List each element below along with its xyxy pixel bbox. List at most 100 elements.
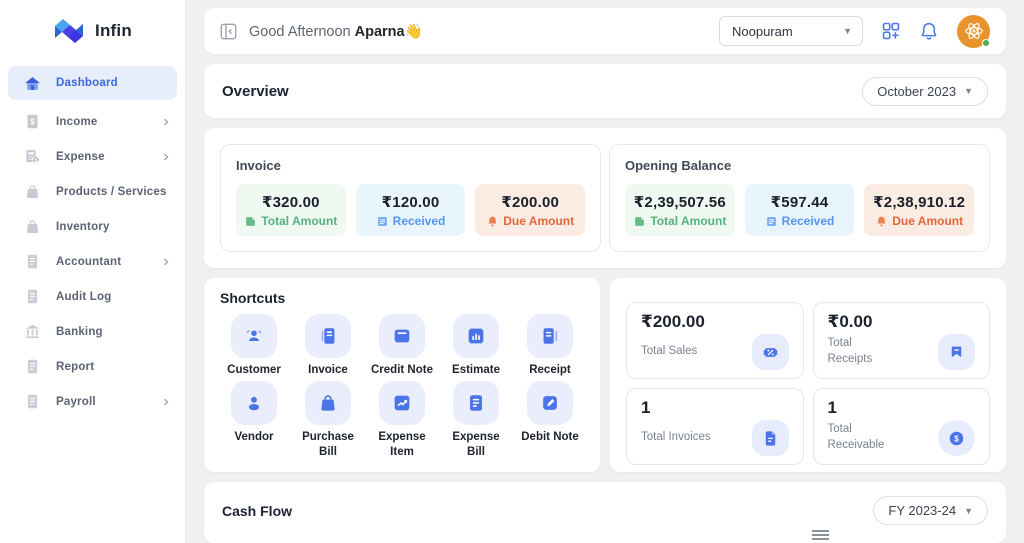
invoice-summary-card: Invoice ₹320.00 Total Amount ₹120.00 Rec…	[220, 144, 601, 252]
chart-menu-icon[interactable]	[812, 530, 829, 543]
shortcut-label: Credit Note	[371, 363, 433, 377]
cashflow-card: Cash Flow FY 2023-24 ▼	[204, 482, 1006, 543]
shortcut-label: Customer	[227, 363, 281, 377]
amount-value: ₹2,38,910.12	[873, 193, 965, 211]
document-icon	[24, 358, 41, 375]
main-content: Good Afternoon Aparna👋 Noopuram ▼	[186, 0, 1024, 543]
top-bar: Good Afternoon Aparna👋 Noopuram ▼	[204, 8, 1006, 54]
amount-label: Due Amount	[503, 214, 574, 228]
overview-period-value: October 2023	[877, 84, 956, 99]
sidebar-item-label: Dashboard	[56, 77, 171, 89]
wave-emoji: 👋	[405, 24, 423, 40]
svg-text:$: $	[954, 434, 959, 443]
note-icon	[633, 215, 646, 228]
cashflow-period-select[interactable]: FY 2023-24 ▼	[873, 496, 988, 525]
sidebar-item-label: Banking	[56, 326, 171, 338]
bookmark-icon	[947, 343, 966, 362]
sidebar-item-inventory[interactable]: Inventory	[0, 209, 185, 244]
opening-balance-title: Opening Balance	[625, 158, 974, 173]
shortcut-debit-note[interactable]: Debit Note	[516, 381, 584, 459]
shortcut-invoice[interactable]: Invoice	[294, 314, 362, 377]
shortcut-label: Estimate	[452, 363, 500, 377]
kpi-label: Total Receivable	[828, 422, 900, 453]
shortcut-label: Vendor	[235, 430, 274, 444]
expense-item-icon	[391, 392, 413, 414]
shortcut-label: Purchase Bill	[296, 430, 360, 459]
greeting-text: Good Afternoon Aparna👋	[249, 23, 423, 40]
document-icon	[24, 253, 41, 270]
vendor-icon	[243, 392, 265, 414]
sidebar-item-label: Payroll	[56, 396, 161, 408]
shortcut-label: Expense Item	[370, 430, 434, 459]
overview-title: Overview	[222, 83, 289, 100]
document-icon	[24, 288, 41, 305]
coin-icon: $	[947, 429, 966, 448]
shortcut-purchase-bill[interactable]: Purchase Bill	[294, 381, 362, 459]
amount-value: ₹120.00	[382, 193, 440, 211]
branch-select[interactable]: Noopuram ▼	[719, 16, 863, 46]
ob-total-amount-tile: ₹2,39,507.56 Total Amount	[625, 184, 735, 236]
atom-icon	[963, 20, 985, 42]
apps-grid-icon[interactable]	[881, 21, 901, 41]
opening-balance-card: Opening Balance ₹2,39,507.56 Total Amoun…	[609, 144, 990, 252]
sidebar-item-payroll[interactable]: Payroll	[0, 384, 185, 419]
overview-period-select[interactable]: October 2023 ▼	[862, 77, 988, 106]
chevron-right-icon	[161, 397, 171, 407]
sidebar-item-expense[interactable]: $ Expense	[0, 139, 185, 174]
kpi-value: 1	[828, 398, 976, 418]
note-icon	[244, 215, 257, 228]
kpi-total-receipts: ₹0.00 Total Receipts	[813, 302, 991, 379]
kpi-total-receivable: 1 Total Receivable $	[813, 388, 991, 465]
document-icon	[24, 393, 41, 410]
shortcut-expense-item[interactable]: Expense Item	[368, 381, 436, 459]
list-icon	[376, 215, 389, 228]
chevron-right-icon	[161, 257, 171, 267]
sidebar-item-report[interactable]: Report	[0, 349, 185, 384]
sidebar-item-products-services[interactable]: Products / Services	[0, 174, 185, 209]
amount-label: Total Amount	[261, 214, 337, 228]
sidebar-item-label: Expense	[56, 151, 161, 163]
bag-icon	[24, 218, 41, 235]
overview-card: Overview October 2023 ▼	[204, 64, 1006, 118]
shortcut-vendor[interactable]: Vendor	[220, 381, 288, 459]
ob-due-amount-tile: ₹2,38,910.12 Due Amount	[864, 184, 974, 236]
chevron-right-icon	[161, 117, 171, 127]
sidebar-item-income[interactable]: $ Income	[0, 104, 185, 139]
shortcuts-card: Shortcuts Customer Invoice Credit Note E…	[204, 278, 600, 472]
amount-value: ₹320.00	[262, 193, 320, 211]
shortcut-receipt[interactable]: Receipt	[516, 314, 584, 377]
kpi-value: ₹200.00	[641, 312, 789, 332]
invoice-title: Invoice	[236, 158, 585, 173]
sidebar-item-accountant[interactable]: Accountant	[0, 244, 185, 279]
sidebar-item-label: Audit Log	[56, 291, 171, 303]
estimate-icon	[465, 325, 487, 347]
shortcut-credit-note[interactable]: Credit Note	[368, 314, 436, 377]
svg-text:$: $	[35, 158, 38, 164]
middle-row: Shortcuts Customer Invoice Credit Note E…	[204, 278, 1006, 472]
user-avatar[interactable]	[957, 15, 990, 48]
shortcuts-grid: Customer Invoice Credit Note Estimate Re…	[220, 314, 584, 459]
shortcut-customer[interactable]: Customer	[220, 314, 288, 377]
sidebar-collapse-icon[interactable]	[220, 23, 237, 40]
sidebar: Infin Dashboard $ Income	[0, 0, 186, 543]
sidebar-item-dashboard[interactable]: Dashboard	[8, 66, 177, 100]
receipt-icon	[539, 325, 561, 347]
invoice-due-amount-tile: ₹200.00 Due Amount	[475, 184, 585, 236]
kpi-label: Total Receipts	[828, 336, 900, 367]
amount-label: Received	[782, 214, 835, 228]
shortcut-label: Expense Bill	[444, 430, 508, 459]
kpi-card: ₹200.00 Total Sales ₹0.00 Total Receipts…	[610, 278, 1006, 472]
invoice-total-amount-tile: ₹320.00 Total Amount	[236, 184, 346, 236]
greeting-username: Aparna	[355, 24, 405, 40]
kpi-total-invoices: 1 Total Invoices	[626, 388, 804, 465]
shortcut-label: Invoice	[308, 363, 348, 377]
app-logo: Infin	[0, 0, 185, 58]
shortcut-estimate[interactable]: Estimate	[442, 314, 510, 377]
app-name: Infin	[95, 21, 132, 41]
bell-icon[interactable]	[919, 21, 939, 41]
amount-value: ₹200.00	[501, 193, 559, 211]
shortcut-expense-bill[interactable]: Expense Bill	[442, 381, 510, 459]
sidebar-item-banking[interactable]: Banking	[0, 314, 185, 349]
chevron-down-icon: ▼	[843, 26, 852, 36]
sidebar-item-audit-log[interactable]: Audit Log	[0, 279, 185, 314]
